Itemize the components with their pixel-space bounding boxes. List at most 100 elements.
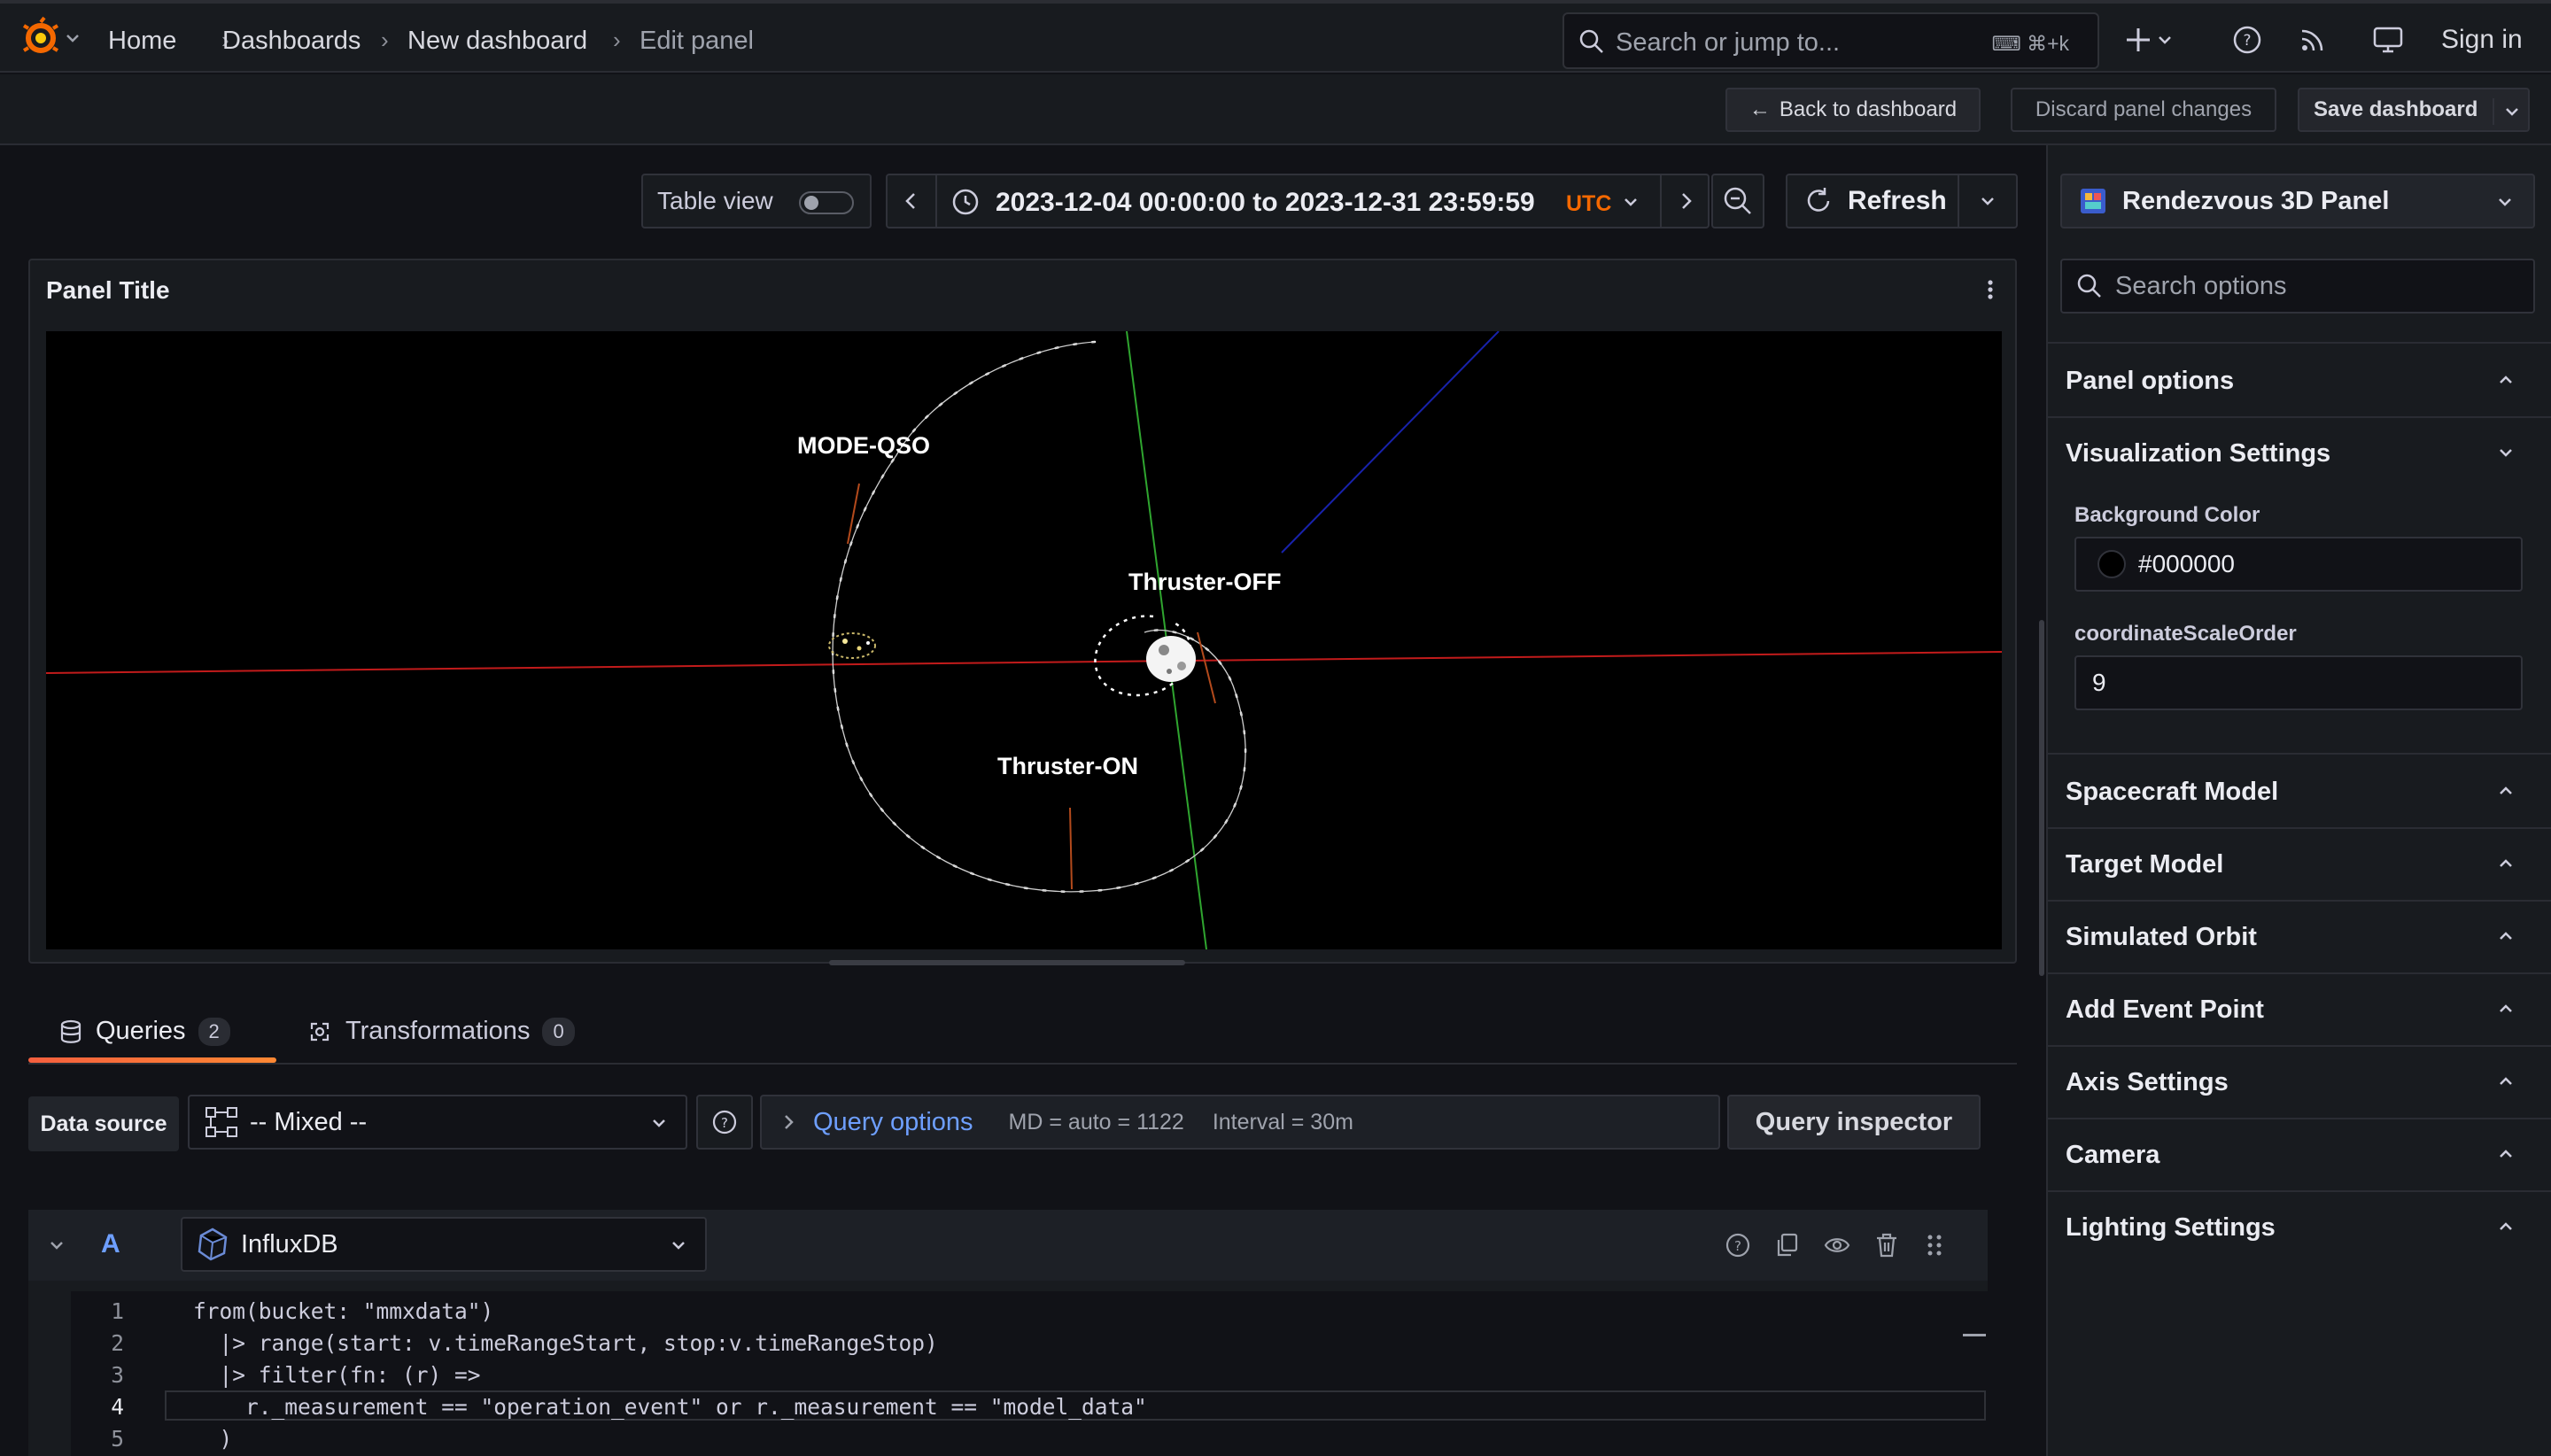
- breadcrumb-dashboards-label[interactable]: Dashboards: [222, 27, 361, 56]
- query-datasource-picker[interactable]: InfluxDB: [181, 1217, 707, 1272]
- query-options-link[interactable]: Query options: [813, 1108, 973, 1137]
- code-line: ): [193, 1426, 233, 1452]
- visualization-picker[interactable]: Rendezvous 3D Panel: [2060, 174, 2535, 228]
- query-ref-id[interactable]: A: [101, 1229, 120, 1259]
- section-panel-options[interactable]: Panel options: [2046, 345, 2551, 418]
- section-simulated-orbit[interactable]: Simulated Orbit: [2046, 902, 2551, 974]
- chevron-down-icon: [2499, 198, 2511, 206]
- color-swatch[interactable]: [2097, 550, 2126, 578]
- sign-in-link[interactable]: Sign in: [2441, 25, 2523, 55]
- trash-icon[interactable]: [1873, 1231, 1901, 1259]
- search-icon: [1579, 29, 1603, 53]
- tab-queries[interactable]: Queries 2: [58, 1017, 230, 1046]
- chevron-up-icon: [2500, 1222, 2512, 1230]
- add-new-button[interactable]: [2126, 23, 2179, 58]
- tab-transformations[interactable]: Transformations 0: [306, 1017, 575, 1046]
- toggle-switch[interactable]: [799, 191, 854, 214]
- data-source-help-button[interactable]: ?: [696, 1095, 753, 1150]
- panel-title[interactable]: Panel Title: [46, 276, 170, 305]
- refresh-button[interactable]: Refresh: [1786, 174, 2018, 228]
- breadcrumb-new-dashboard[interactable]: New dashboard: [407, 27, 587, 56]
- search-options-input[interactable]: Search options: [2060, 259, 2535, 314]
- zoom-out-icon: [1724, 187, 1751, 214]
- rss-icon[interactable]: [2298, 25, 2328, 55]
- keyboard-icon: ⌨: [1991, 32, 2028, 55]
- chevron-right-icon[interactable]: [1660, 175, 1710, 227]
- section-add-event-point[interactable]: Add Event Point: [2046, 974, 2551, 1047]
- chevron-up-icon: [2500, 786, 2512, 794]
- panel-menu-icon[interactable]: [1981, 276, 1999, 303]
- collapse-chevron-icon[interactable]: [46, 1235, 67, 1256]
- query-editor-a: A InfluxDB ? 1 2 3 4 5 from(bucket: "mmx…: [28, 1210, 1988, 1456]
- query-options-bar[interactable]: Query options MD = auto = 1122 Interval …: [760, 1095, 1720, 1150]
- spacecraft-model: [828, 632, 876, 659]
- section-title: Add Event Point: [2066, 995, 2264, 1024]
- editor-scroll-indicator: [1963, 1334, 1986, 1336]
- data-source-value: -- Mixed --: [250, 1107, 368, 1136]
- clock-icon: [951, 188, 980, 216]
- query-datasource-value: InfluxDB: [241, 1229, 338, 1259]
- section-axis-settings[interactable]: Axis Settings: [2046, 1047, 2551, 1119]
- code-line: from(bucket: "mmxdata"): [193, 1298, 494, 1324]
- breadcrumb-edit-panel: Edit panel: [640, 27, 754, 55]
- search-options-placeholder: Search options: [2115, 271, 2287, 300]
- chevron-down-icon: [1981, 197, 1994, 205]
- chevron-up-icon: [2500, 1004, 2512, 1012]
- grafana-logo[interactable]: [21, 16, 83, 60]
- z-axis-line: [1281, 331, 1500, 554]
- discard-panel-changes-button[interactable]: Discard panel changes: [2011, 88, 2276, 132]
- query-inspector-button[interactable]: Query inspector: [1727, 1095, 1981, 1150]
- display-icon[interactable]: [2372, 25, 2404, 55]
- section-title: Lighting Settings: [2066, 1213, 2276, 1242]
- queries-count-badge: 2: [198, 1017, 230, 1046]
- table-view-label: Table view: [657, 187, 773, 214]
- data-source-picker[interactable]: -- Mixed --: [188, 1095, 687, 1150]
- save-dashboard-button[interactable]: Save dashboard: [2298, 88, 2530, 132]
- chevron-up-icon: [2500, 859, 2512, 867]
- coordinate-scale-order-input[interactable]: 9: [2074, 655, 2523, 710]
- help-icon[interactable]: ?: [1724, 1231, 1752, 1259]
- eye-icon[interactable]: [1823, 1231, 1851, 1259]
- section-title: Panel options: [2066, 367, 2235, 395]
- time-range[interactable]: 2023-12-04 00:00:00 to 2023-12-31 23:59:…: [996, 188, 1535, 218]
- refresh-interval-dropdown[interactable]: [1958, 175, 2016, 227]
- database-icon: [60, 1019, 81, 1043]
- mixed-datasource-icon: [205, 1107, 237, 1137]
- rendezvous-3d-canvas[interactable]: MODE-QSO Thruster-OFF Thruster-ON: [46, 331, 2002, 949]
- search-input[interactable]: Search or jump to... ⌨ ⌘+k: [1562, 12, 2099, 69]
- back-to-dashboard-button[interactable]: ← Back to dashboard: [1725, 88, 1981, 132]
- background-color-value: #000000: [2138, 550, 2236, 577]
- drag-handle-icon[interactable]: [1924, 1231, 1945, 1259]
- duplicate-query-icon[interactable]: [1773, 1231, 1802, 1259]
- background-color-input[interactable]: #000000: [2074, 537, 2523, 592]
- active-tab-indicator: [28, 1057, 276, 1063]
- help-icon[interactable]: ?: [2232, 25, 2262, 55]
- interval-info: Interval = 30m: [1212, 1109, 1353, 1135]
- chevron-down-icon[interactable]: [1621, 191, 1640, 213]
- section-title: Simulated Orbit: [2066, 923, 2257, 951]
- chevron-left-icon[interactable]: [888, 175, 937, 227]
- section-camera[interactable]: Camera: [2046, 1119, 2551, 1192]
- section-lighting-settings[interactable]: Lighting Settings: [2046, 1192, 2551, 1265]
- chevron-down-icon[interactable]: [2493, 98, 2521, 125]
- sidebar-divider: [2046, 342, 2551, 344]
- label-mode-qso: MODE-QSO: [797, 432, 931, 459]
- panel: Panel Title MODE-QSO Thruster-OFF Thrust…: [28, 259, 2017, 964]
- label-thruster-off: Thruster-OFF: [1128, 569, 1282, 595]
- panel-resize-handle[interactable]: [829, 960, 1185, 965]
- table-view-toggle[interactable]: Table view: [641, 174, 872, 228]
- section-target-model[interactable]: Target Model: [2046, 829, 2551, 902]
- section-spacecraft-model[interactable]: Spacecraft Model: [2046, 756, 2551, 829]
- time-picker: 2023-12-04 00:00:00 to 2023-12-31 23:59:…: [886, 174, 1710, 228]
- refresh-label: Refresh: [1848, 186, 1947, 215]
- top-nav: Home › Dashboards Dashboards › New dashb…: [0, 0, 2551, 73]
- section-title: Visualization Settings: [2066, 439, 2331, 468]
- zoom-out-button[interactable]: [1711, 174, 1764, 228]
- event-marker-on: [1069, 807, 1073, 890]
- breadcrumb-home[interactable]: Home: [108, 27, 176, 56]
- chevron-up-icon: [2500, 932, 2512, 940]
- target-asteroid: [1146, 636, 1196, 682]
- code-editor[interactable]: 1 2 3 4 5 from(bucket: "mmxdata") |> ran…: [71, 1291, 1988, 1456]
- section-title: Axis Settings: [2066, 1068, 2229, 1096]
- pane-scrollbar[interactable]: [2039, 620, 2044, 976]
